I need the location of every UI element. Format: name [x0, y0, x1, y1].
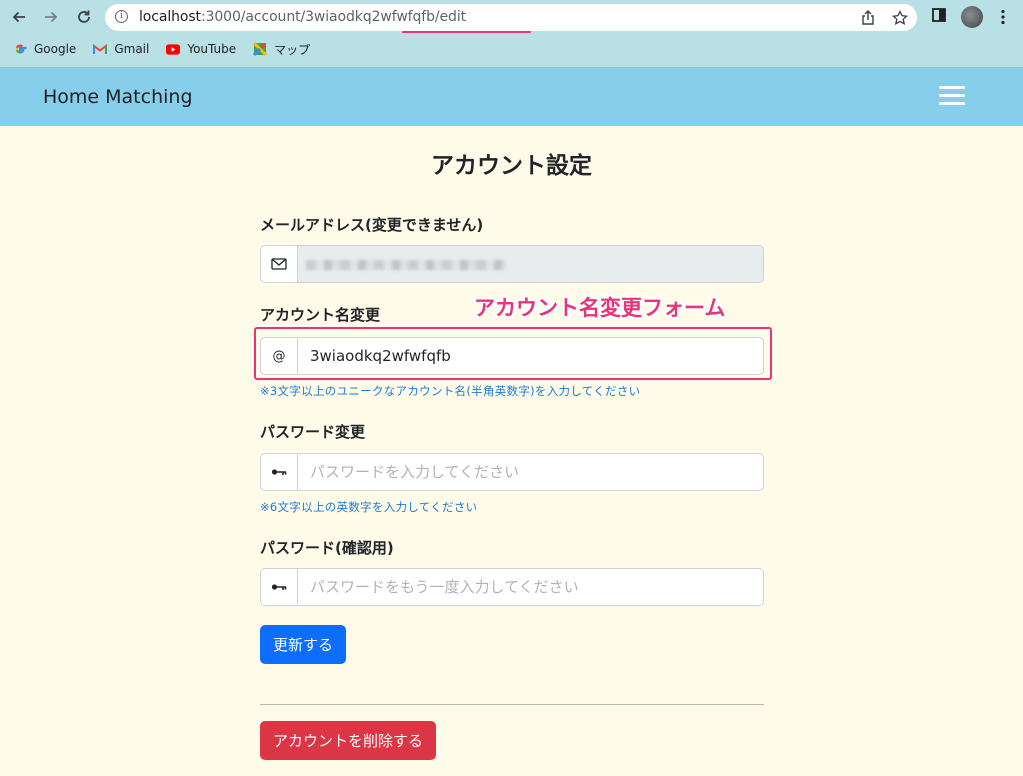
password-confirm-field-group — [260, 568, 764, 606]
account-name-label: アカウント名変更 — [260, 306, 381, 324]
url-highlight-underline — [402, 31, 531, 33]
back-icon[interactable] — [8, 6, 30, 28]
url-host: localhost — [139, 9, 201, 25]
page-title: アカウント設定 — [431, 153, 592, 179]
email-field — [298, 245, 764, 283]
bookmark-label: Gmail — [114, 42, 150, 56]
bookmark-maps[interactable]: マップ — [253, 41, 310, 58]
annotation-highlight-box — [254, 327, 772, 380]
browser-chrome: i localhost:3000/account/3wiaodkq2wfwfqf… — [0, 0, 1023, 68]
app-navbar: Home Matching — [0, 68, 1023, 126]
bookmark-label: Google — [34, 42, 77, 56]
password-confirm-label: パスワード(確認用) — [260, 539, 394, 557]
url-text[interactable]: localhost:3000/account/3wiaodkq2wfwfqfb/… — [139, 9, 466, 25]
key-icon — [260, 453, 298, 491]
gmail-icon — [93, 42, 108, 56]
google-icon — [13, 42, 27, 56]
bookmark-label: YouTube — [187, 42, 237, 56]
password-input[interactable] — [298, 453, 764, 491]
bookmarks-bar: Google Gmail YouTube マップ — [0, 38, 314, 60]
account-name-hint: ※3文字以上のユニークなアカウント名(半角英数字)を入力してください — [260, 384, 641, 398]
update-button[interactable]: 更新する — [260, 625, 347, 664]
more-menu-icon[interactable] — [1000, 9, 1006, 25]
address-bar[interactable]: i localhost:3000/account/3wiaodkq2wfwfqf… — [105, 4, 917, 33]
side-panel-icon[interactable] — [931, 7, 947, 23]
forward-icon[interactable] — [40, 6, 62, 28]
email-value-redacted — [306, 260, 506, 270]
delete-account-button[interactable]: アカウントを削除する — [260, 721, 437, 760]
bookmark-gmail[interactable]: Gmail — [93, 42, 149, 56]
email-field-group — [260, 245, 764, 283]
url-path: :3000/account/ — [200, 9, 306, 25]
brand-link[interactable]: Home Matching — [43, 86, 193, 108]
maps-icon — [253, 42, 268, 56]
share-icon[interactable] — [859, 10, 877, 26]
divider — [260, 704, 764, 705]
email-label: メールアドレス(変更できません) — [260, 216, 484, 234]
password-field-group — [260, 453, 764, 491]
bookmark-star-icon[interactable] — [891, 10, 909, 26]
hamburger-menu-icon[interactable] — [939, 85, 965, 107]
envelope-icon — [260, 245, 298, 283]
password-hint: ※6文字以上の英数字を入力してください — [260, 500, 478, 514]
url-account-id: 3wiaodkq2wfwfqfb — [305, 9, 435, 25]
bookmark-label: マップ — [274, 42, 311, 57]
youtube-icon — [166, 42, 181, 56]
bookmark-youtube[interactable]: YouTube — [166, 42, 236, 56]
bookmark-google[interactable]: Google — [13, 42, 76, 56]
profile-avatar[interactable] — [961, 6, 983, 28]
password-confirm-input[interactable] — [298, 568, 764, 606]
site-info-icon[interactable]: i — [115, 10, 128, 23]
password-label: パスワード変更 — [260, 423, 366, 441]
annotation-callout: アカウント名変更フォーム — [474, 296, 726, 320]
url-suffix: /edit — [434, 9, 467, 25]
reload-icon[interactable] — [73, 6, 95, 28]
key-icon — [260, 568, 298, 606]
